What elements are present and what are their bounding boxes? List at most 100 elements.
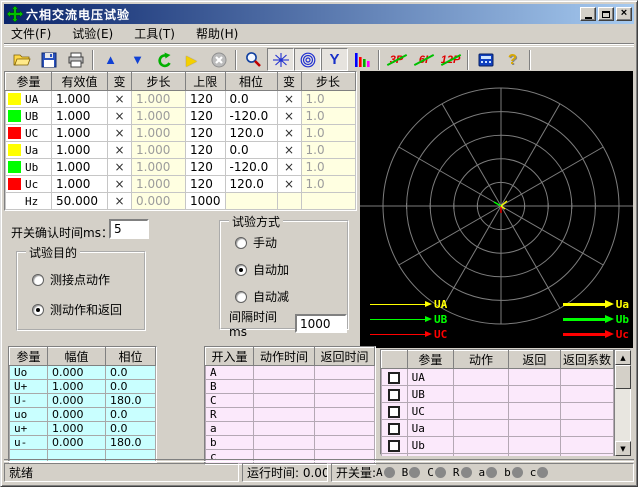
scroll-down-icon[interactable]: ▼ bbox=[615, 441, 631, 456]
var-cell[interactable]: × bbox=[108, 125, 132, 142]
value-cell[interactable]: 50.000 bbox=[52, 193, 108, 210]
var-cell[interactable]: × bbox=[277, 142, 301, 159]
interval-input[interactable] bbox=[295, 314, 347, 333]
radio-measure-act-return[interactable]: 测动作和返回 bbox=[32, 301, 122, 318]
param-label: UC bbox=[25, 127, 38, 140]
select-checkbox[interactable] bbox=[388, 389, 400, 401]
radio-auto-increase[interactable]: 自动加 bbox=[235, 261, 289, 278]
radio-manual[interactable]: 手动 bbox=[235, 234, 277, 251]
radio-label: 测动作和返回 bbox=[50, 301, 122, 318]
phase-cell[interactable]: 120.0 bbox=[225, 176, 277, 193]
confirm-time-input[interactable] bbox=[109, 219, 149, 239]
maximize-icon bbox=[602, 11, 610, 18]
step-cell: 1.000 bbox=[132, 108, 186, 125]
value-cell[interactable]: 1.000 bbox=[52, 91, 108, 108]
minimize-button[interactable] bbox=[580, 7, 596, 21]
limit-cell[interactable]: 120 bbox=[186, 142, 226, 159]
minimize-icon bbox=[585, 17, 592, 19]
var-cell[interactable]: × bbox=[277, 159, 301, 176]
value-cell[interactable]: 1.000 bbox=[52, 108, 108, 125]
toolbar-separator bbox=[378, 50, 380, 70]
phase-cell[interactable]: -120.0 bbox=[225, 159, 277, 176]
status-switches: 开关量: A B C R a b c bbox=[331, 463, 634, 482]
close-icon: × bbox=[621, 8, 627, 19]
calculator-button[interactable] bbox=[472, 48, 499, 71]
coef-cell bbox=[560, 454, 613, 457]
trace-view-button[interactable] bbox=[294, 48, 321, 71]
radio-measure-contact[interactable]: 测接点动作 bbox=[32, 271, 110, 288]
legend-label: UB bbox=[434, 313, 447, 326]
param-cell: Ub bbox=[6, 159, 52, 176]
var-cell[interactable]: × bbox=[108, 159, 132, 176]
var-cell[interactable]: × bbox=[108, 176, 132, 193]
menu-test[interactable]: 试验(E) bbox=[72, 25, 113, 42]
menu-file[interactable]: 文件(F) bbox=[11, 25, 51, 42]
step-cell: 1.000 bbox=[132, 91, 186, 108]
mode-3p-button[interactable]: 3P bbox=[383, 48, 410, 71]
coef-cell bbox=[560, 420, 613, 437]
step-cell: 1.0 bbox=[301, 108, 355, 125]
var-cell[interactable]: × bbox=[277, 125, 301, 142]
print-button[interactable] bbox=[62, 48, 89, 71]
var-cell[interactable]: × bbox=[277, 176, 301, 193]
col-header-amp: 幅值 bbox=[48, 348, 106, 366]
var-cell[interactable]: × bbox=[108, 142, 132, 159]
limit-cell[interactable]: 120 bbox=[186, 159, 226, 176]
value-cell[interactable]: 1.000 bbox=[52, 125, 108, 142]
value-cell[interactable]: 1.000 bbox=[52, 159, 108, 176]
limit-cell[interactable]: 120 bbox=[186, 176, 226, 193]
select-checkbox[interactable] bbox=[388, 372, 400, 384]
phasor-view-button[interactable] bbox=[267, 48, 294, 71]
reset-button[interactable] bbox=[151, 48, 178, 71]
limit-cell[interactable]: 1000 bbox=[186, 193, 226, 210]
return-time-cell bbox=[315, 394, 375, 408]
close-button[interactable]: × bbox=[616, 7, 632, 21]
color-swatch bbox=[8, 144, 21, 156]
seq-phase: 0.0 bbox=[106, 366, 156, 380]
value-cell[interactable]: 1.000 bbox=[52, 142, 108, 159]
open-button[interactable] bbox=[8, 48, 35, 71]
value-cell[interactable]: 1.000 bbox=[52, 176, 108, 193]
var-cell[interactable]: × bbox=[277, 108, 301, 125]
limit-cell[interactable]: 120 bbox=[186, 108, 226, 125]
radio-auto-decrease[interactable]: 自动减 bbox=[235, 288, 289, 305]
group-title: 试验目的 bbox=[26, 244, 80, 261]
zoom-button[interactable] bbox=[240, 48, 267, 71]
step-cell: 1.0 bbox=[301, 125, 355, 142]
phase-cell[interactable]: 0.0 bbox=[225, 142, 277, 159]
phase-cell[interactable]: -120.0 bbox=[225, 108, 277, 125]
scroll-thumb[interactable] bbox=[615, 365, 631, 389]
table-row-ua: UA 1.000 × 1.000 120 0.0 × 1.0 bbox=[6, 91, 356, 108]
limit-cell[interactable]: 120 bbox=[186, 125, 226, 142]
maximize-button[interactable] bbox=[598, 7, 614, 21]
radio-icon bbox=[235, 237, 247, 249]
menu-help[interactable]: 帮助(H) bbox=[196, 25, 238, 42]
var-cell[interactable]: × bbox=[277, 91, 301, 108]
status-runtime: 运行时间: 0.00s bbox=[242, 463, 328, 482]
scroll-up-icon[interactable]: ▲ bbox=[615, 350, 631, 365]
lower-button[interactable]: ▼ bbox=[124, 48, 151, 71]
var-cell[interactable]: × bbox=[108, 108, 132, 125]
mode-6i-button[interactable]: 6I bbox=[410, 48, 437, 71]
raise-button[interactable]: ▲ bbox=[97, 48, 124, 71]
run-button[interactable]: ▶ bbox=[178, 48, 205, 71]
col-header-param: 参量 bbox=[10, 348, 48, 366]
var-cell[interactable]: × bbox=[108, 91, 132, 108]
result-table-scrollbar[interactable]: ▲ ▼ bbox=[614, 350, 630, 456]
stop-button[interactable] bbox=[205, 48, 232, 71]
act-time-cell bbox=[254, 380, 315, 394]
var-cell[interactable]: × bbox=[108, 193, 132, 210]
help-button[interactable]: ? bbox=[499, 48, 526, 71]
menu-tools[interactable]: 工具(T) bbox=[134, 25, 175, 42]
mode-12p-button[interactable]: 12P bbox=[437, 48, 464, 71]
select-checkbox[interactable] bbox=[388, 423, 400, 435]
param-label: Ub bbox=[25, 161, 38, 174]
phase-cell[interactable]: 0.0 bbox=[225, 91, 277, 108]
phase-cell[interactable]: 120.0 bbox=[225, 125, 277, 142]
select-checkbox[interactable] bbox=[388, 440, 400, 452]
save-button[interactable] bbox=[35, 48, 62, 71]
select-checkbox[interactable] bbox=[388, 406, 400, 418]
harmonics-button[interactable] bbox=[348, 48, 375, 71]
vector-view-button[interactable]: Y bbox=[321, 48, 348, 71]
limit-cell[interactable]: 120 bbox=[186, 91, 226, 108]
